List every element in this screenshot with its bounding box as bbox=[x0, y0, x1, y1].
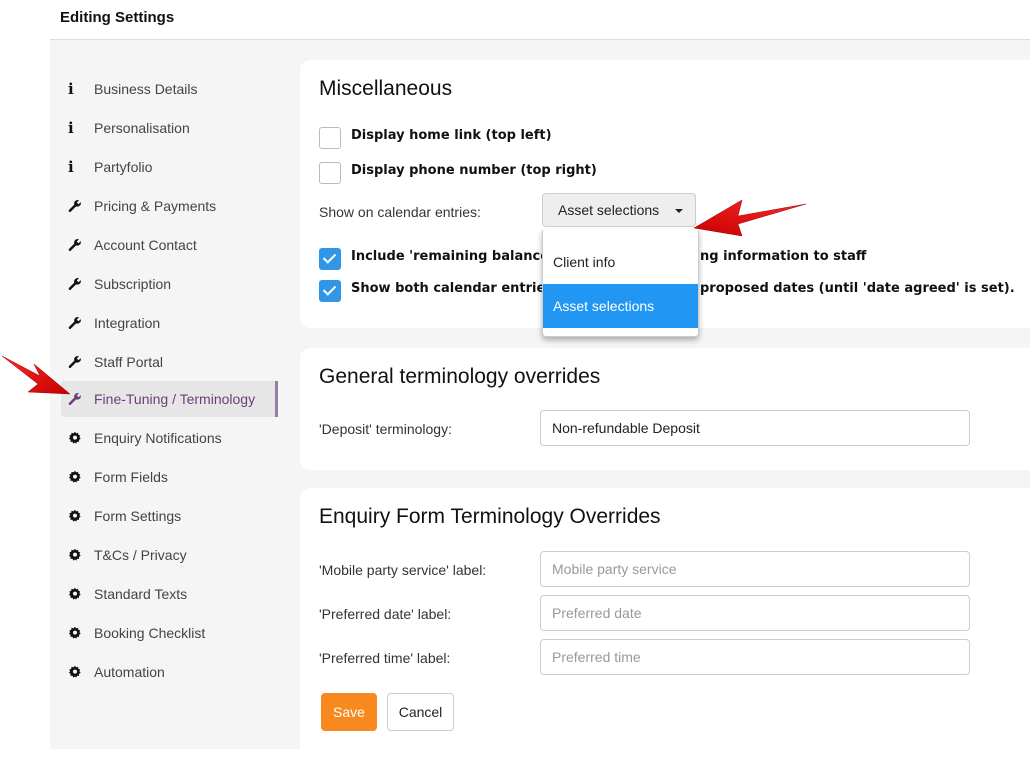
gear-icon bbox=[61, 431, 92, 445]
phone-number-label: Display phone number (top right) bbox=[351, 163, 597, 178]
sidebar-item-fine-tuning-terminology[interactable]: Fine-Tuning / Terminology bbox=[61, 381, 278, 417]
sidebar-item-label: Integration bbox=[94, 315, 161, 331]
preferred-time-input[interactable] bbox=[540, 639, 970, 675]
info-icon: i bbox=[68, 119, 74, 137]
deposit-label: 'Deposit' terminology: bbox=[319, 421, 452, 437]
gear-icon bbox=[61, 470, 92, 484]
sidebar-item-enquiry-notifications[interactable]: Enquiry Notifications bbox=[61, 420, 275, 456]
remaining-balance-label: Include 'remaining balance' bbox=[351, 249, 554, 264]
wrench-icon bbox=[61, 277, 92, 291]
section-title: Miscellaneous bbox=[319, 77, 453, 100]
gear-icon bbox=[61, 665, 92, 679]
sidebar-item-label: Business Details bbox=[94, 81, 198, 97]
calendar-entries-dropdown-menu: Client info Asset selections bbox=[542, 230, 699, 337]
both-entries-label: Show both calendar entries bbox=[351, 281, 554, 296]
home-link-checkbox[interactable] bbox=[319, 127, 341, 149]
sidebar-item-label: Form Settings bbox=[94, 508, 182, 524]
sidebar-item-standard-texts[interactable]: Standard Texts bbox=[61, 576, 275, 612]
sidebar-item-t-cs-privacy[interactable]: T&Cs / Privacy bbox=[61, 537, 275, 573]
cancel-button[interactable]: Cancel bbox=[387, 693, 454, 731]
settings-area: i Business Details i Personalisation i Partyf… bbox=[50, 39, 1030, 758]
home-link-label: Display home link (top left) bbox=[351, 128, 552, 143]
preferred-time-label: 'Preferred time' label: bbox=[319, 650, 451, 666]
sidebar-item-label: Personalisation bbox=[94, 120, 190, 136]
sidebar-item-label: Pricing & Payments bbox=[94, 198, 217, 214]
preferred-date-input[interactable] bbox=[540, 595, 970, 631]
select-value: Asset selections bbox=[558, 202, 660, 218]
mobile-party-input[interactable] bbox=[540, 551, 970, 587]
both-entries-label-end: proposed dates (until 'date agreed' is s… bbox=[700, 281, 1015, 296]
sidebar-item-account-contact[interactable]: Account Contact bbox=[61, 227, 275, 263]
calendar-entries-label: Show on calendar entries: bbox=[319, 204, 481, 220]
sidebar-item-subscription[interactable]: Subscription bbox=[61, 266, 275, 302]
sidebar-item-label: Booking Checklist bbox=[94, 625, 206, 641]
wrench-icon bbox=[61, 199, 92, 213]
sidebar-item-staff-portal[interactable]: Staff Portal bbox=[61, 344, 275, 380]
gear-icon bbox=[61, 548, 92, 562]
enquiry-terminology-card: Enquiry Form Terminology Overrides 'Mobi… bbox=[300, 488, 1030, 758]
info-icon: i bbox=[68, 80, 74, 98]
gear-icon bbox=[61, 626, 92, 640]
gear-icon bbox=[61, 587, 92, 601]
caret-down-icon bbox=[675, 209, 683, 213]
sidebar-item-personalisation[interactable]: i Personalisation bbox=[61, 110, 275, 146]
gear-icon bbox=[61, 509, 92, 523]
both-entries-checkbox[interactable] bbox=[319, 280, 341, 302]
sidebar-item-label: Enquiry Notifications bbox=[94, 430, 222, 446]
sidebar-item-business-details[interactable]: i Business Details bbox=[61, 71, 275, 107]
sidebar-item-automation[interactable]: Automation bbox=[61, 654, 275, 690]
dropdown-option-client-info[interactable]: Client info bbox=[543, 240, 698, 284]
save-button[interactable]: Save bbox=[321, 693, 377, 731]
wrench-icon bbox=[61, 355, 92, 369]
section-title: General terminology overrides bbox=[319, 365, 601, 388]
remaining-balance-checkbox[interactable] bbox=[319, 248, 341, 270]
section-title: Enquiry Form Terminology Overrides bbox=[319, 505, 661, 528]
calendar-entries-select[interactable]: Asset selections bbox=[542, 193, 696, 227]
info-icon: i bbox=[68, 158, 74, 176]
sidebar-item-label: Form Fields bbox=[94, 469, 168, 485]
sidebar-item-partyfolio[interactable]: i Partyfolio bbox=[61, 149, 275, 185]
sidebar-item-label: Staff Portal bbox=[94, 354, 164, 370]
wrench-icon bbox=[61, 392, 92, 406]
general-terminology-card: General terminology overrides 'Deposit' … bbox=[300, 348, 1030, 470]
sidebar-item-pricing-payments[interactable]: Pricing & Payments bbox=[61, 188, 275, 224]
preferred-date-label: 'Preferred date' label: bbox=[319, 606, 452, 622]
sidebar-item-booking-checklist[interactable]: Booking Checklist bbox=[61, 615, 275, 651]
sidebar-item-label: Account Contact bbox=[94, 237, 197, 253]
sidebar-item-label: Automation bbox=[94, 664, 165, 680]
sidebar-item-form-settings[interactable]: Form Settings bbox=[61, 498, 275, 534]
wrench-icon bbox=[61, 238, 92, 252]
deposit-input[interactable] bbox=[540, 410, 970, 446]
sidebar-item-label: T&Cs / Privacy bbox=[94, 547, 187, 563]
sidebar-item-label: Fine-Tuning / Terminology bbox=[94, 391, 256, 407]
sidebar-item-label: Standard Texts bbox=[94, 586, 188, 602]
sidebar-item-integration[interactable]: Integration bbox=[61, 305, 275, 341]
remaining-balance-label-end: ng information to staff bbox=[700, 249, 867, 264]
mobile-party-label: 'Mobile party service' label: bbox=[319, 562, 487, 578]
page-title: Editing Settings bbox=[60, 9, 175, 26]
sidebar-item-label: Subscription bbox=[94, 276, 172, 292]
sidebar-item-form-fields[interactable]: Form Fields bbox=[61, 459, 275, 495]
dropdown-option-asset-selections[interactable]: Asset selections bbox=[543, 284, 698, 328]
wrench-icon bbox=[61, 316, 92, 330]
sidebar-item-label: Partyfolio bbox=[94, 159, 153, 175]
phone-number-checkbox[interactable] bbox=[319, 162, 341, 184]
